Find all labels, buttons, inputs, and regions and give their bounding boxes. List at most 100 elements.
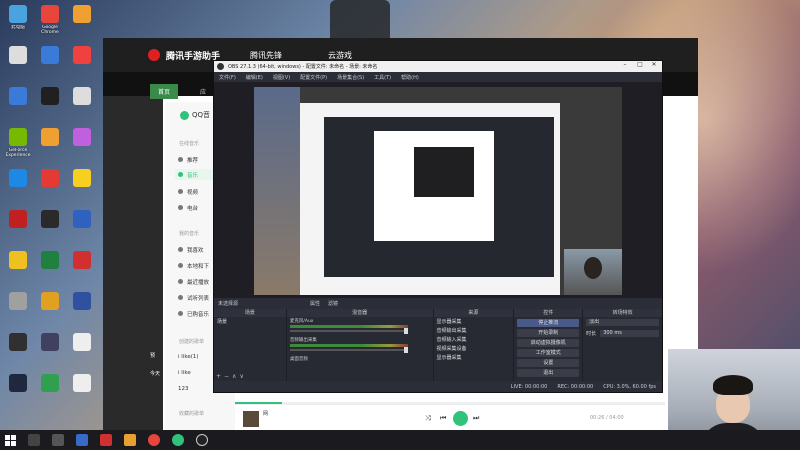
app-icon <box>73 374 91 392</box>
desktop-icon-label <box>34 148 66 158</box>
scene-controls[interactable]: +−∧∨ <box>216 373 247 380</box>
list-icon <box>178 295 183 300</box>
desktop-icon[interactable] <box>66 84 98 125</box>
desktop-icon[interactable] <box>34 207 66 248</box>
source-item[interactable]: 显示器采集 <box>434 353 514 362</box>
radio-icon <box>178 205 183 210</box>
duration-input[interactable]: 300 ms <box>600 330 659 337</box>
taskbar-app-icon[interactable] <box>100 434 112 446</box>
desktop-icon[interactable] <box>34 84 66 125</box>
volume-slider[interactable] <box>289 328 408 334</box>
source-item[interactable]: 视频采集设备 <box>434 344 514 353</box>
start-icon[interactable] <box>5 434 16 446</box>
chrome-icon[interactable] <box>148 434 160 446</box>
source-toolbar: 未选择源 属性 滤镜 <box>214 298 662 309</box>
desktop-icon[interactable] <box>2 43 34 84</box>
mixer-channel-name: 桌面音频 <box>289 357 308 362</box>
tab-apps[interactable]: 应 <box>192 84 214 99</box>
desktop-icon[interactable] <box>66 371 98 412</box>
pause-button[interactable] <box>453 411 468 426</box>
menu-item[interactable]: 编辑(E) <box>246 74 263 81</box>
menu-item[interactable]: 场景集合(S) <box>337 74 364 81</box>
obs-icon[interactable] <box>196 434 208 446</box>
studio-mode-button[interactable]: 工作室模式 <box>517 349 580 357</box>
app-icon <box>41 128 59 146</box>
properties-button[interactable]: 属性 <box>310 300 320 307</box>
settings-button[interactable]: 设置 <box>517 359 580 367</box>
stop-streaming-button[interactable]: 停止推流 <box>517 319 580 327</box>
app-icon <box>73 46 91 64</box>
scene-item[interactable]: 场景 <box>214 317 286 326</box>
source-item[interactable]: 音频输出采集 <box>434 326 514 335</box>
desktop-icon[interactable]: GeForce Experience <box>2 125 34 166</box>
exit-button[interactable]: 退出 <box>517 369 580 377</box>
desktop-icon[interactable] <box>34 166 66 207</box>
app-icon <box>41 333 59 351</box>
desktop-icon[interactable] <box>34 330 66 371</box>
desktop-icon[interactable] <box>2 289 34 330</box>
shuffle-icon[interactable]: ⤨ <box>425 414 431 423</box>
menu-item[interactable]: 视图(V) <box>273 74 290 81</box>
desktop-icon[interactable] <box>66 289 98 330</box>
maximize-icon[interactable]: □ <box>633 61 647 68</box>
sidebar-item-label: 试听列表 <box>187 295 210 302</box>
desktop-icon[interactable] <box>2 371 34 412</box>
desktop-icon[interactable] <box>2 330 34 371</box>
app-icon <box>41 210 59 228</box>
close-icon[interactable]: ✕ <box>647 61 661 68</box>
playlist-label: i like <box>178 369 191 376</box>
search-icon[interactable] <box>28 434 40 446</box>
desktop-icon[interactable] <box>34 371 66 412</box>
obs-logo-icon <box>217 63 224 70</box>
desktop-icon[interactable] <box>66 125 98 166</box>
menu-item[interactable]: 配置文件(P) <box>300 74 327 81</box>
desktop-icon-label: Google Chrome <box>41 25 59 35</box>
desktop-icon[interactable]: Google Chrome <box>34 2 66 43</box>
desktop-icon-label <box>66 394 98 404</box>
qq-music-icon[interactable] <box>172 434 184 446</box>
taskbar <box>0 430 800 450</box>
no-source-selected: 未选择源 <box>218 301 239 307</box>
desktop-icon-label <box>2 107 34 117</box>
desktop-icon[interactable] <box>34 289 66 330</box>
desktop-icon[interactable] <box>66 2 98 43</box>
menu-item[interactable]: 帮助(H) <box>401 74 419 81</box>
tab-cloud-game[interactable]: 云游戏 <box>328 50 352 61</box>
desktop-icon[interactable] <box>34 43 66 84</box>
desktop-icon[interactable] <box>2 166 34 207</box>
menu-item[interactable]: 工具(T) <box>374 74 391 81</box>
desktop-icon[interactable] <box>2 248 34 289</box>
app-icon <box>41 87 59 105</box>
menu-item[interactable]: 文件(F) <box>219 74 236 81</box>
taskbar-app-icon[interactable] <box>124 434 136 446</box>
desktop-icon[interactable] <box>66 248 98 289</box>
section-collected-playlists: 收藏的歌单 <box>179 411 205 417</box>
previous-icon[interactable]: ⏮ <box>440 414 446 423</box>
desktop-icon[interactable] <box>66 207 98 248</box>
tab-tencent-pioneer[interactable]: 腾讯先锋 <box>250 50 282 61</box>
obs-preview[interactable] <box>254 87 622 295</box>
desktop-icon[interactable] <box>2 84 34 125</box>
sidebar-item-label: 视频 <box>187 189 199 196</box>
filters-button[interactable]: 滤镜 <box>328 300 338 307</box>
taskbar-app-icon[interactable] <box>76 434 88 446</box>
start-recording-button[interactable]: 开始录制 <box>517 329 580 337</box>
desktop-icon[interactable] <box>34 248 66 289</box>
next-icon[interactable]: ⏭ <box>473 414 479 423</box>
virtual-camera-button[interactable]: 启动虚拟摄像机 <box>517 339 580 347</box>
webcam-person-hair <box>713 375 753 395</box>
source-item[interactable]: 显示器采集 <box>434 317 514 326</box>
volume-slider[interactable] <box>289 347 408 353</box>
task-view-icon[interactable] <box>52 434 64 446</box>
minimize-icon[interactable]: – <box>618 61 632 68</box>
desktop-icon[interactable] <box>2 207 34 248</box>
tab-home[interactable]: 首页 <box>150 84 179 99</box>
transition-select[interactable]: 淡出 <box>586 319 659 326</box>
album-cover[interactable] <box>243 411 259 427</box>
desktop-icon[interactable] <box>66 166 98 207</box>
source-item[interactable]: 音频输入采集 <box>434 335 514 344</box>
desktop-icon[interactable] <box>34 125 66 166</box>
desktop-icon[interactable] <box>66 330 98 371</box>
desktop-icon[interactable] <box>66 43 98 84</box>
desktop-icon[interactable]: 此电脑 <box>2 2 34 43</box>
